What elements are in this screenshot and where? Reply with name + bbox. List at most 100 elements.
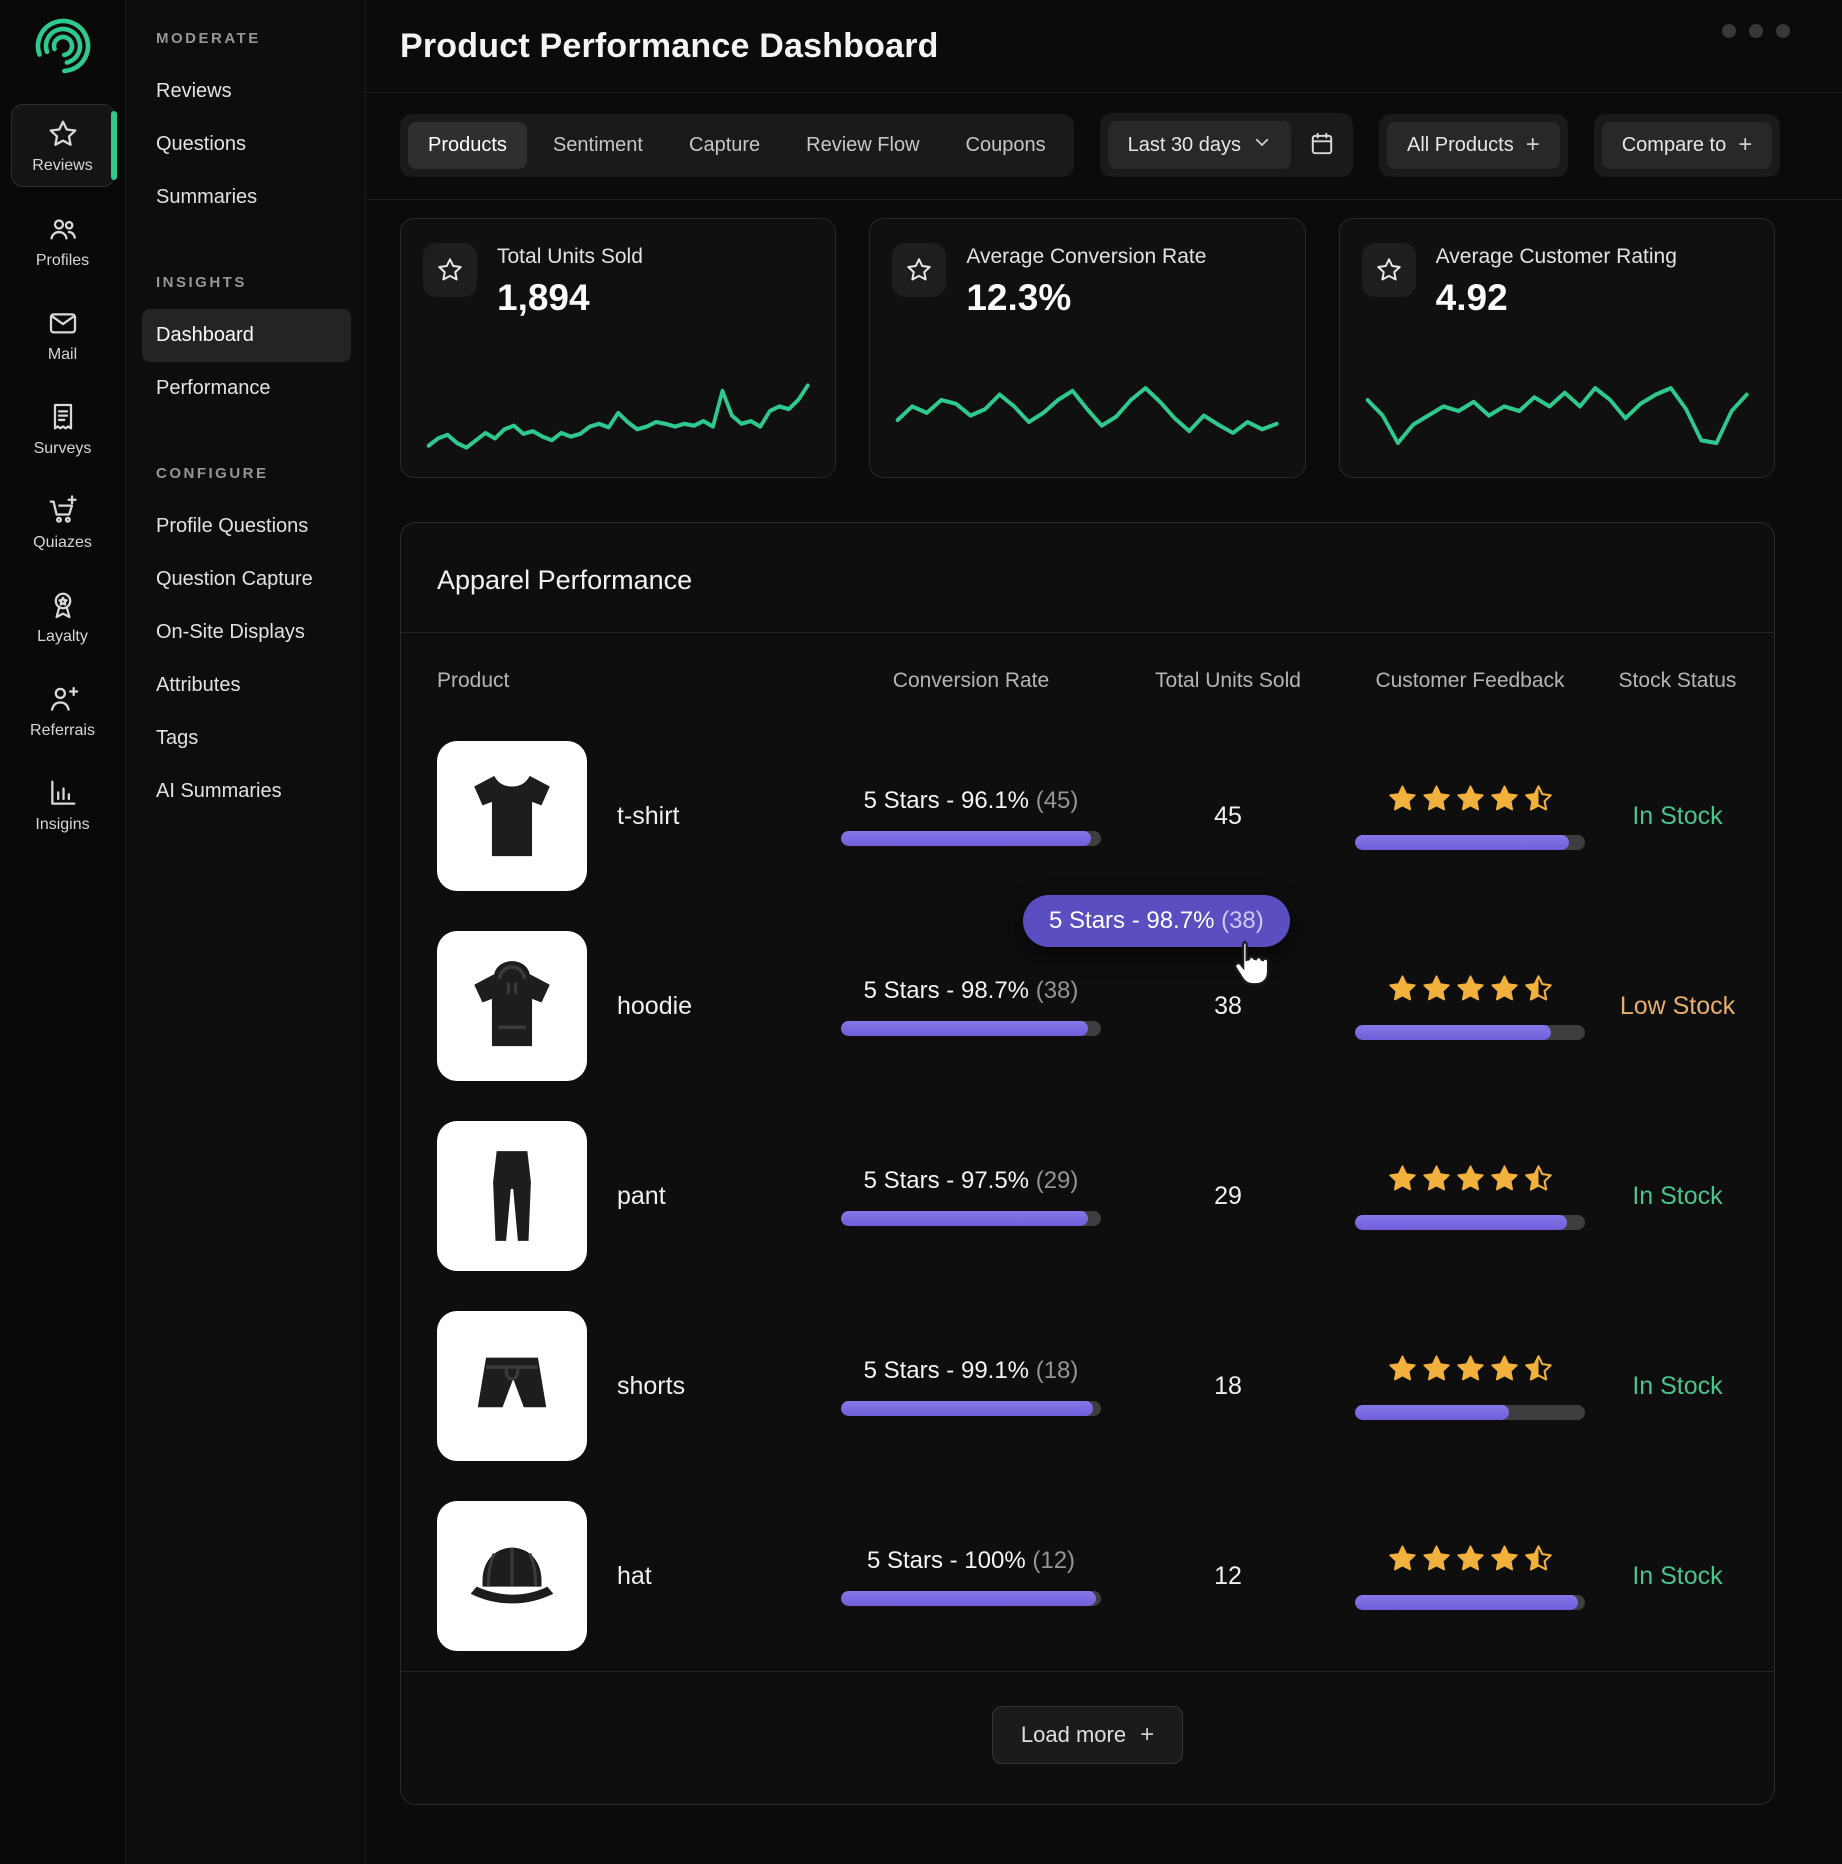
- column-header-customer-feedback: Customer Feedback: [1335, 669, 1605, 693]
- stat-card-average-conversion-rate: Average Conversion Rate 12.3%: [869, 218, 1305, 478]
- sidebar-item-tags[interactable]: Tags: [142, 712, 351, 765]
- table-column-headers: ProductConversion RateTotal Units SoldCu…: [401, 633, 1774, 721]
- card-value: 4.92: [1436, 277, 1677, 319]
- window-dot[interactable]: [1776, 24, 1790, 38]
- date-range-button[interactable]: Last 30 days: [1108, 121, 1291, 169]
- tab-review-flow[interactable]: Review Flow: [786, 122, 939, 169]
- star-rating: [1387, 783, 1554, 819]
- sidebar-item-questions[interactable]: Questions: [142, 118, 351, 171]
- table-row-hoodie[interactable]: hoodie 5 Stars - 98.7% (38) 38 Low Stock…: [401, 911, 1774, 1101]
- feedback-progress-bar[interactable]: [1355, 835, 1585, 850]
- calendar-button[interactable]: [1299, 125, 1345, 166]
- rail-item-surveys[interactable]: Surveys: [11, 388, 115, 469]
- tab-group: ProductsSentimentCaptureReview FlowCoupo…: [400, 114, 1074, 177]
- sidebar-item-reviews[interactable]: Reviews: [142, 65, 351, 118]
- units-sold: 18: [1133, 1372, 1323, 1401]
- conversion-label: 5 Stars - 100%: [867, 1547, 1026, 1574]
- full-star-icon: [1489, 1163, 1520, 1199]
- conversion-cell: 5 Stars - 97.5% (29): [821, 1167, 1121, 1226]
- sidebar-item-summaries[interactable]: Summaries: [142, 171, 351, 224]
- compare-to-label: Compare to: [1622, 134, 1727, 157]
- sidebar-item-ai-summaries[interactable]: AI Summaries: [142, 765, 351, 818]
- product-image: [437, 1121, 587, 1271]
- conversion-count: (12): [1032, 1547, 1075, 1574]
- conversion-progress-bar[interactable]: [841, 831, 1101, 846]
- stock-status: In Stock: [1617, 802, 1738, 831]
- sidebar-section-moderate: MODERATEReviewsQuestionsSummaries: [156, 30, 355, 224]
- star-rating: [1387, 1353, 1554, 1389]
- load-more-button[interactable]: Load more +: [992, 1706, 1183, 1764]
- product-image: [437, 1311, 587, 1461]
- panel-footer: Load more +: [401, 1671, 1774, 1804]
- star-rating: [1387, 1543, 1554, 1579]
- product-name: shorts: [599, 1372, 809, 1401]
- rail-item-layalty[interactable]: Layalty: [11, 576, 115, 657]
- table-row-hat[interactable]: hat 5 Stars - 100% (12) 12 In Stock: [401, 1481, 1774, 1671]
- conversion-cell: 5 Stars - 98.7% (38): [821, 977, 1121, 1036]
- compare-to-button[interactable]: Compare to +: [1602, 122, 1773, 169]
- feedback-progress-bar[interactable]: [1355, 1405, 1585, 1420]
- full-star-icon: [1387, 1163, 1418, 1199]
- sidebar-item-attributes[interactable]: Attributes: [142, 659, 351, 712]
- units-sold: 12: [1133, 1562, 1323, 1591]
- stock-status: In Stock: [1617, 1182, 1738, 1211]
- survey-icon: [47, 401, 79, 433]
- sidebar-item-dashboard[interactable]: Dashboard: [142, 309, 351, 362]
- units-sold: 45: [1133, 802, 1323, 831]
- rail-item-profiles[interactable]: Profiles: [11, 200, 115, 281]
- window-controls[interactable]: [1722, 24, 1790, 38]
- conversion-progress-bar[interactable]: [841, 1211, 1101, 1226]
- rail-item-insigins[interactable]: Insigins: [11, 764, 115, 845]
- all-products-label: All Products: [1407, 134, 1514, 157]
- date-range-group: Last 30 days: [1100, 113, 1353, 177]
- tab-coupons[interactable]: Coupons: [946, 122, 1066, 169]
- sidebar-item-question-capture[interactable]: Question Capture: [142, 553, 351, 606]
- table-row-t-shirt[interactable]: t-shirt 5 Stars - 96.1% (45) 45 In Stock: [401, 721, 1774, 911]
- tab-sentiment[interactable]: Sentiment: [533, 122, 663, 169]
- conversion-progress-bar[interactable]: [841, 1401, 1101, 1416]
- cart-icon: [47, 495, 79, 527]
- sidebar-item-profile-questions[interactable]: Profile Questions: [142, 500, 351, 553]
- table-row-shorts[interactable]: shorts 5 Stars - 99.1% (18) 18 In Stock: [401, 1291, 1774, 1481]
- feedback-cell: [1335, 1163, 1605, 1230]
- conversion-label: 5 Stars - 99.1%: [864, 1357, 1029, 1384]
- star-icon: [423, 243, 477, 297]
- conversion-label: 5 Stars - 96.1%: [864, 787, 1029, 814]
- all-products-button[interactable]: All Products +: [1387, 122, 1560, 169]
- column-header-conversion-rate: Conversion Rate: [821, 669, 1121, 693]
- sidebar-section-heading: CONFIGURE: [156, 465, 355, 482]
- rail-item-referrais[interactable]: Referrais: [11, 670, 115, 751]
- compare-to-group: Compare to +: [1594, 114, 1781, 177]
- full-star-icon: [1455, 783, 1486, 819]
- panel-header: Apparel Performance: [401, 523, 1774, 633]
- column-header-product: Product: [437, 669, 809, 693]
- sidebar-section-heading: MODERATE: [156, 30, 355, 47]
- product-name: pant: [599, 1182, 809, 1211]
- toolbar-divider: [366, 199, 1842, 200]
- tab-products[interactable]: Products: [408, 122, 527, 169]
- rail-item-quiazes[interactable]: Quiazes: [11, 482, 115, 563]
- window-dot[interactable]: [1749, 24, 1763, 38]
- table-row-pant[interactable]: pant 5 Stars - 97.5% (29) 29 In Stock: [401, 1101, 1774, 1291]
- conversion-progress-bar[interactable]: [841, 1591, 1101, 1606]
- product-image: [437, 931, 587, 1081]
- conversion-count: (38): [1036, 977, 1079, 1004]
- window-dot[interactable]: [1722, 24, 1736, 38]
- sparkline-chart: [1362, 359, 1752, 463]
- half-star-icon: [1523, 1163, 1554, 1199]
- card-title: Average Customer Rating: [1436, 245, 1677, 269]
- mail-icon: [47, 307, 79, 339]
- conversion-label: 5 Stars - 97.5%: [864, 1167, 1029, 1194]
- feedback-progress-bar[interactable]: [1355, 1025, 1585, 1040]
- rail-item-reviews[interactable]: Reviews: [11, 104, 115, 187]
- conversion-progress-bar[interactable]: [841, 1021, 1101, 1036]
- sidebar-item-performance[interactable]: Performance: [142, 362, 351, 415]
- sidebar-item-on-site-displays[interactable]: On-Site Displays: [142, 606, 351, 659]
- rail-item-mail[interactable]: Mail: [11, 294, 115, 375]
- conversion-cell: 5 Stars - 99.1% (18): [821, 1357, 1121, 1416]
- star-rating: [1387, 973, 1554, 1009]
- feedback-cell: [1335, 1543, 1605, 1610]
- feedback-progress-bar[interactable]: [1355, 1595, 1585, 1610]
- feedback-progress-bar[interactable]: [1355, 1215, 1585, 1230]
- tab-capture[interactable]: Capture: [669, 122, 780, 169]
